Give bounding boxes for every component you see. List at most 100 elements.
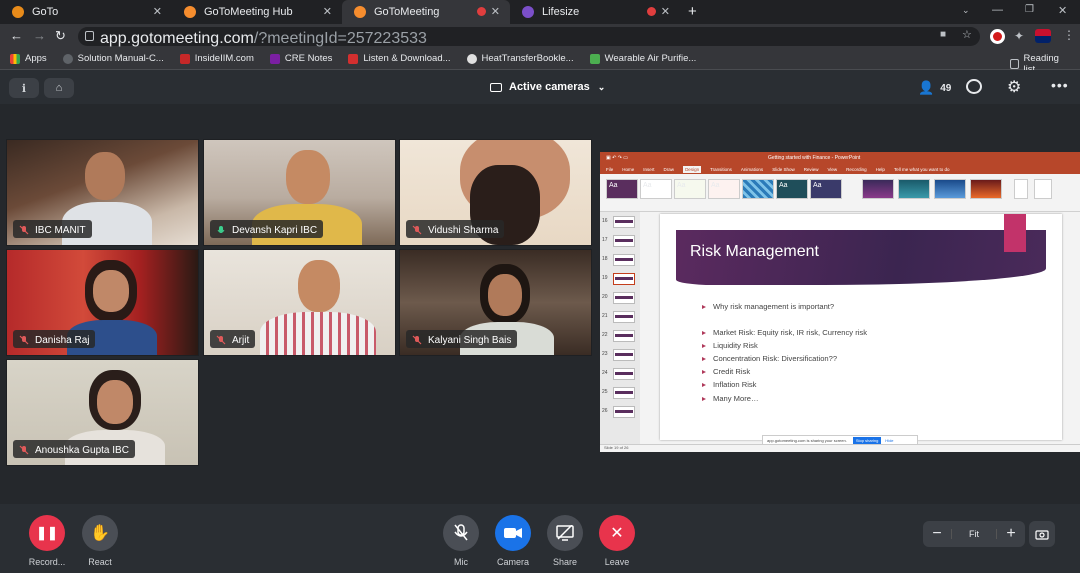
screen-share-off-icon	[556, 525, 574, 541]
url-input[interactable]: app.gotomeeting.com/?meetingId=257223533…	[78, 27, 980, 47]
share-button[interactable]	[547, 515, 583, 551]
theme-thumbnail[interactable]: Aa	[640, 179, 672, 199]
close-icon[interactable]: ✕	[491, 5, 500, 18]
close-icon[interactable]: ✕	[153, 5, 162, 18]
variant-thumbnail[interactable]	[898, 179, 930, 199]
slide-size-button[interactable]	[1014, 179, 1028, 199]
react-button[interactable]: ✋	[82, 515, 118, 551]
close-icon[interactable]: ✕	[323, 5, 332, 18]
forward-icon[interactable]: →	[33, 28, 46, 43]
theme-thumbnail[interactable]	[742, 179, 774, 199]
camera-in-use-icon[interactable]: ■	[940, 29, 946, 40]
leave-button[interactable]: ✕	[599, 515, 635, 551]
tab-search-icon[interactable]: ⌄	[962, 5, 970, 16]
browser-menu-icon[interactable]: ⋮	[1063, 28, 1075, 42]
mic-button[interactable]	[443, 515, 479, 551]
slide-thumbnail[interactable]	[613, 330, 635, 342]
theme-thumbnail[interactable]: Aa	[776, 179, 808, 199]
theme-thumbnail[interactable]: Aa	[810, 179, 842, 199]
video-tile[interactable]: IBC MANIT	[6, 139, 199, 246]
participant-name-label: Devansh Kapri IBC	[210, 220, 324, 238]
close-icon[interactable]: ✕	[661, 5, 670, 18]
zoom-fit-button[interactable]: Fit	[951, 529, 997, 539]
reading-list-icon	[1010, 59, 1019, 69]
mic-muted-icon	[454, 524, 468, 541]
reload-icon[interactable]: ↻	[55, 28, 66, 44]
variant-thumbnail[interactable]	[934, 179, 966, 199]
video-tile[interactable]: Devansh Kapri IBC	[203, 139, 396, 246]
slide-bullet: Inflation Risk	[702, 380, 756, 389]
settings-gear-icon[interactable]: ⚙	[1007, 77, 1021, 97]
m-logo-icon	[269, 53, 280, 64]
profile-avatar[interactable]	[1035, 29, 1051, 43]
info-button[interactable]: ℹ	[9, 78, 39, 98]
video-tile[interactable]: Vidushi Sharma	[399, 139, 592, 246]
back-icon[interactable]: ←	[10, 28, 23, 43]
slide-thumbnail-selected[interactable]	[613, 273, 635, 285]
video-tile[interactable]: Kalyani Singh Bais	[399, 249, 592, 356]
bookmark-listen-download[interactable]: Listen & Download...	[348, 53, 451, 64]
format-background-button[interactable]	[1034, 179, 1052, 199]
slide-thumbnail[interactable]	[613, 311, 635, 323]
attendees-button[interactable]: 👤 49	[918, 80, 951, 96]
bookmark-solution-manual[interactable]: Solution Manual-C...	[62, 53, 164, 64]
minimize-icon[interactable]: —	[992, 4, 1003, 16]
variant-thumbnail[interactable]	[862, 179, 894, 199]
variant-thumbnail[interactable]	[970, 179, 1002, 199]
slide-canvas[interactable]: Risk Management Why risk management is i…	[660, 214, 1062, 440]
mic-muted-icon	[412, 225, 422, 235]
participant-name-label: Arjit	[210, 330, 256, 348]
tab-goto[interactable]: GoTo ✕	[0, 0, 172, 24]
video-tile[interactable]: Arjit	[203, 249, 396, 356]
bookmark-wearable-air[interactable]: Wearable Air Purifie...	[589, 53, 696, 64]
record-button[interactable]: ❚❚	[29, 515, 65, 551]
screenshot-button[interactable]	[1029, 521, 1055, 547]
video-tile[interactable]: Anoushka Gupta IBC	[6, 359, 199, 466]
tab-gotomeeting[interactable]: GoToMeeting ✕	[342, 0, 510, 24]
slide-thumbnail[interactable]	[613, 406, 635, 418]
participant-name-label: IBC MANIT	[13, 220, 92, 238]
new-tab-icon[interactable]: +	[688, 3, 697, 20]
slide-bullet: Many More…	[702, 394, 759, 403]
theme-thumbnail[interactable]: Aa	[606, 179, 638, 199]
theme-thumbnail[interactable]: Aa	[708, 179, 740, 199]
slide-thumbnail[interactable]	[613, 292, 635, 304]
lock-icon	[85, 31, 94, 41]
bookmark-apps[interactable]: Apps	[10, 53, 47, 64]
more-options-icon[interactable]: •••	[1051, 77, 1069, 93]
theme-thumbnail[interactable]: Aa	[674, 179, 706, 199]
extensions-puzzle-icon[interactable]: ✦	[1014, 29, 1024, 43]
bookmark-heattransfer[interactable]: HeatTransferBookle...	[466, 53, 574, 64]
slide-thumbnail[interactable]	[613, 235, 635, 247]
lock-meeting-button[interactable]: ⌂	[44, 78, 74, 98]
stop-sharing-button[interactable]: Stop sharing	[852, 437, 882, 444]
zoom-out-button[interactable]: −	[923, 525, 951, 543]
extension-opera-icon[interactable]	[990, 29, 1005, 44]
slide-accent-tab	[1004, 214, 1026, 252]
goto-favicon-icon	[12, 6, 24, 18]
camera-button[interactable]	[495, 515, 531, 551]
shared-screen[interactable]: ▣ ↶ ↷ ▭ Getting started with Finance - Po…	[600, 152, 1080, 452]
tab-lifesize[interactable]: Lifesize ✕	[510, 0, 680, 24]
tab-gotomeeting-hub[interactable]: GoToMeeting Hub ✕	[172, 0, 342, 24]
chat-icon[interactable]	[966, 79, 982, 94]
bookmark-star-icon[interactable]: ☆	[962, 28, 972, 41]
camera-view-icon	[490, 82, 502, 92]
slide-thumbnail[interactable]	[613, 216, 635, 228]
bookmark-insideiim[interactable]: InsideIIM.com	[179, 53, 254, 64]
video-tile[interactable]: Danisha Raj	[6, 249, 199, 356]
window-close-icon[interactable]: ✕	[1058, 4, 1067, 17]
zoom-in-button[interactable]: +	[997, 525, 1025, 543]
slide-thumbnail[interactable]	[613, 349, 635, 361]
slide-thumbnail[interactable]	[613, 368, 635, 380]
bookmark-cre-notes[interactable]: CRE Notes	[269, 53, 332, 64]
mic-muted-icon	[412, 335, 422, 345]
slide-thumbnail[interactable]	[613, 387, 635, 399]
restore-icon[interactable]: ❐	[1025, 4, 1034, 15]
download-site-icon	[348, 53, 359, 64]
hide-button[interactable]: Hide	[885, 438, 893, 443]
slide-thumbnail[interactable]	[613, 254, 635, 266]
camera-snapshot-icon	[1035, 529, 1049, 540]
view-selector[interactable]: Active cameras ⌄	[490, 81, 605, 93]
leaf-icon	[589, 53, 600, 64]
